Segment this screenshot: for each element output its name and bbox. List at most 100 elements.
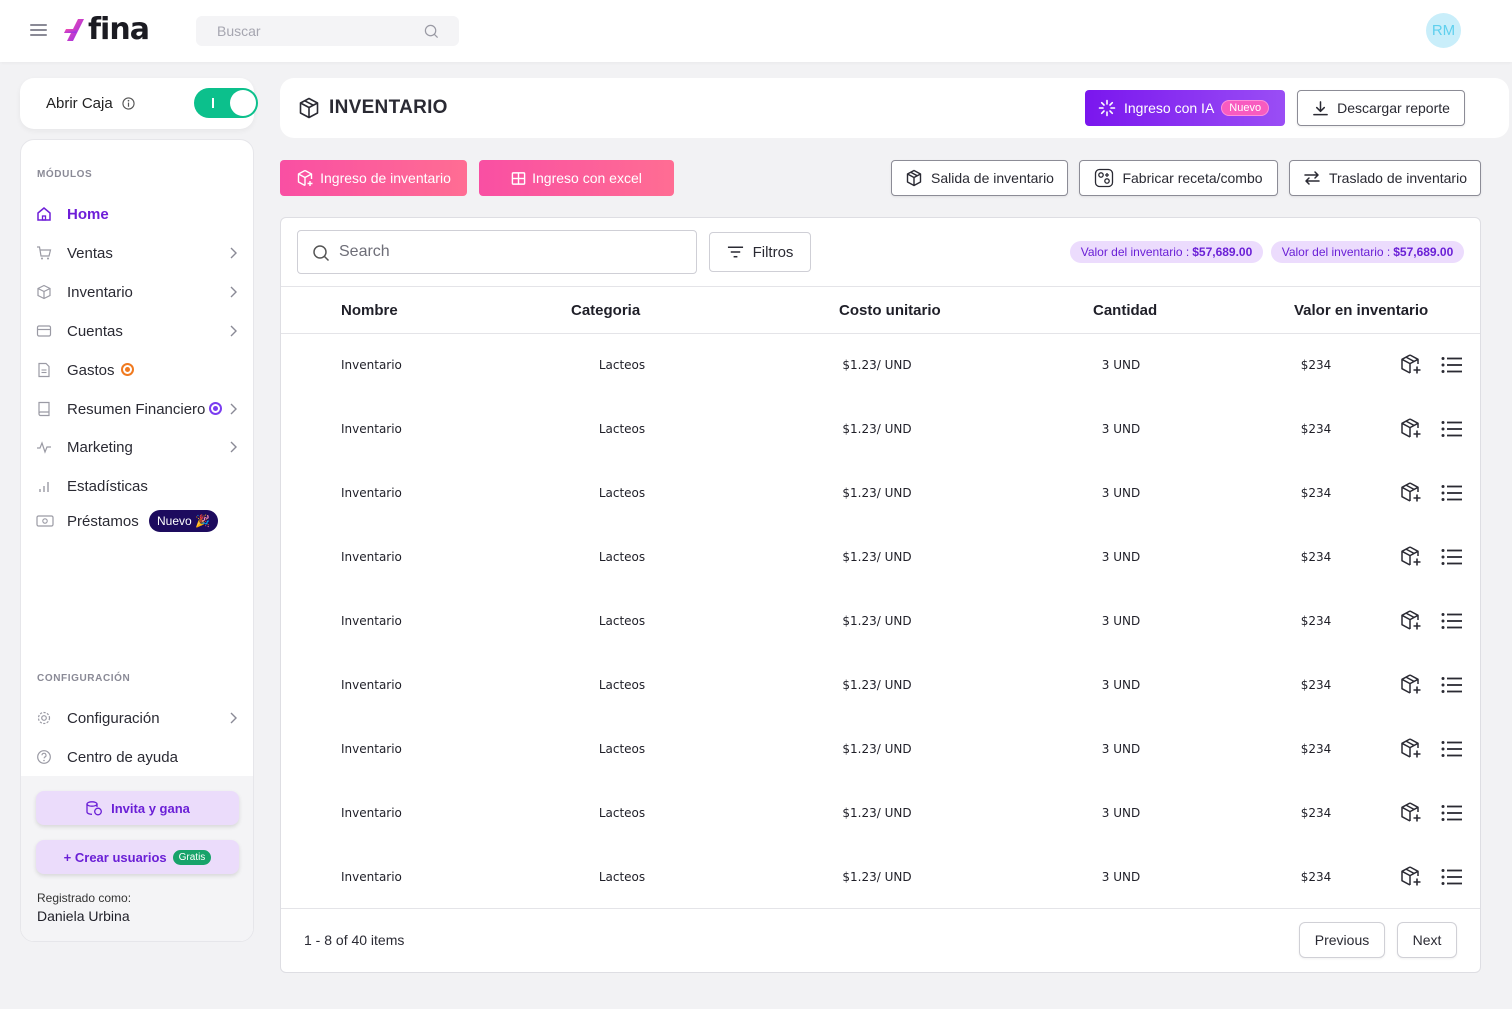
search-icon[interactable] <box>424 24 439 39</box>
invite-button[interactable]: Invita y gana <box>36 791 239 825</box>
chip-label: Valor del inventario : <box>1281 245 1391 259</box>
add-stock-icon[interactable] <box>1400 673 1422 700</box>
inventory-transfer-button[interactable]: Traslado de inventario <box>1289 160 1481 196</box>
cell-costo-unitario: $1.23/ UND <box>842 486 912 500</box>
inventory-table-card: Filtros Valor del inventario :$57,689.00… <box>280 217 1481 973</box>
recipe-combo-label: Fabricar receta/combo <box>1122 170 1263 186</box>
add-stock-icon[interactable] <box>1400 801 1422 828</box>
sidebar-item-label: Resumen Financiero <box>67 401 206 418</box>
sidebar-item-label: Centro de ayuda <box>67 749 178 766</box>
cell-nombre: Inventario <box>341 486 402 500</box>
invite-label: Invita y gana <box>111 800 190 816</box>
column-header-nombre[interactable]: Nombre <box>341 302 398 319</box>
add-stock-icon[interactable] <box>1400 417 1422 444</box>
ai-entry-button[interactable]: Ingreso con IA Nuevo <box>1085 90 1285 126</box>
cell-cantidad: 3 UND <box>1101 550 1141 564</box>
previous-page-button[interactable]: Previous <box>1299 922 1385 958</box>
table-row[interactable]: Inventario Lacteos $1.23/ UND 3 UND $234 <box>281 717 1480 781</box>
sidebar-item-home[interactable]: Home <box>21 196 253 232</box>
list-details-icon[interactable] <box>1441 484 1463 507</box>
list-details-icon[interactable] <box>1441 676 1463 699</box>
sidebar-item-resumen-financiero[interactable]: Resumen Financiero <box>21 391 253 427</box>
cell-categoria: Lacteos <box>598 678 646 692</box>
sidebar-item-prestamos[interactable]: Préstamos Nuevo 🎉 <box>21 503 253 539</box>
filters-label: Filtros <box>752 243 794 261</box>
column-header-valor-en-inventario[interactable]: Valor en inventario <box>1294 302 1428 319</box>
add-stock-icon[interactable] <box>1400 481 1422 508</box>
add-stock-icon[interactable] <box>1400 545 1422 572</box>
sidebar-item-label: Inventario <box>67 284 133 301</box>
box-icon <box>37 284 51 300</box>
add-stock-icon[interactable] <box>1400 737 1422 764</box>
sidebar-item-gastos[interactable]: Gastos <box>21 352 253 388</box>
table-row[interactable]: Inventario Lacteos $1.23/ UND 3 UND $234 <box>281 525 1480 589</box>
table-row[interactable]: Inventario Lacteos $1.23/ UND 3 UND $234 <box>281 461 1480 525</box>
table-header: Nombre Categoria Costo unitario Cantidad… <box>281 286 1480 334</box>
sidebar-item-inventario[interactable]: Inventario <box>21 274 253 310</box>
add-stock-icon[interactable] <box>1400 865 1422 892</box>
column-header-cantidad[interactable]: Cantidad <box>1093 302 1157 319</box>
list-details-icon[interactable] <box>1441 804 1463 827</box>
list-details-icon[interactable] <box>1441 868 1463 891</box>
add-stock-icon[interactable] <box>1400 353 1422 380</box>
sidebar-item-label: Home <box>67 206 109 223</box>
table-row[interactable]: Inventario Lacteos $1.23/ UND 3 UND $234 <box>281 333 1480 397</box>
filters-button[interactable]: Filtros <box>709 232 811 272</box>
new-badge: Nuevo 🎉 <box>149 510 218 532</box>
table-row[interactable]: Inventario Lacteos $1.23/ UND 3 UND $234 <box>281 653 1480 717</box>
inventory-exit-button[interactable]: Salida de inventario <box>891 160 1068 196</box>
column-header-categoria[interactable]: Categoria <box>571 302 640 319</box>
cell-costo-unitario: $1.23/ UND <box>842 742 912 756</box>
table-search-input[interactable] <box>298 231 696 273</box>
cell-nombre: Inventario <box>341 422 402 436</box>
global-search-input[interactable] <box>196 16 459 46</box>
sidebar-item-configuracion[interactable]: Configuración <box>21 700 253 736</box>
list-details-icon[interactable] <box>1441 548 1463 571</box>
table-row[interactable]: Inventario Lacteos $1.23/ UND 3 UND $234 <box>281 397 1480 461</box>
logo[interactable]: fina <box>64 12 150 48</box>
sidebar-item-label: Estadísticas <box>67 478 148 495</box>
sidebar-item-cuentas[interactable]: Cuentas <box>21 313 253 349</box>
sidebar-item-marketing[interactable]: Marketing <box>21 429 253 465</box>
avatar[interactable]: RM <box>1426 13 1461 48</box>
book-icon <box>38 401 50 417</box>
list-details-icon[interactable] <box>1441 740 1463 763</box>
cell-cantidad: 3 UND <box>1101 422 1141 436</box>
sidebar-footer: Invita y gana + Crear usuarios Gratis Re… <box>21 776 253 941</box>
chevron-right-icon <box>230 403 237 415</box>
cell-costo-unitario: $1.23/ UND <box>842 550 912 564</box>
sparkle-loader-icon <box>1098 99 1116 117</box>
list-details-icon[interactable] <box>1441 612 1463 635</box>
inventory-entry-label: Ingreso de inventario <box>320 170 451 186</box>
sidebar-item-label: Préstamos <box>67 513 139 530</box>
sidebar-item-centro-de-ayuda[interactable]: Centro de ayuda <box>21 739 253 775</box>
inventory-entry-button[interactable]: Ingreso de inventario <box>280 160 467 196</box>
table-row[interactable]: Inventario Lacteos $1.23/ UND 3 UND $234 <box>281 589 1480 653</box>
column-header-costo-unitario[interactable]: Costo unitario <box>839 302 941 319</box>
menu-icon[interactable] <box>30 24 47 38</box>
sidebar-item-label: Marketing <box>67 439 133 456</box>
table-row[interactable]: Inventario Lacteos $1.23/ UND 3 UND $234 <box>281 781 1480 845</box>
download-report-button[interactable]: Descargar reporte <box>1297 90 1465 126</box>
sidebar-item-estadisticas[interactable]: Estadísticas <box>21 468 253 504</box>
cell-costo-unitario: $1.23/ UND <box>842 422 912 436</box>
toggle-on-mark <box>212 98 214 108</box>
toggle-knob <box>230 90 256 116</box>
table-row[interactable]: Inventario Lacteos $1.23/ UND 3 UND $234 <box>281 845 1480 909</box>
list-details-icon[interactable] <box>1441 420 1463 443</box>
create-users-button[interactable]: + Crear usuarios Gratis <box>36 840 239 874</box>
info-icon[interactable] <box>122 97 135 110</box>
add-stock-icon[interactable] <box>1400 609 1422 636</box>
box-plus-icon <box>297 169 313 187</box>
cell-valor: $234 <box>1300 806 1332 820</box>
next-page-button[interactable]: Next <box>1397 922 1457 958</box>
abrir-caja-toggle[interactable] <box>194 88 258 118</box>
sidebar-item-ventas[interactable]: Ventas <box>21 235 253 271</box>
list-details-icon[interactable] <box>1441 356 1463 379</box>
status-indicator <box>209 402 222 415</box>
excel-entry-button[interactable]: Ingreso con excel <box>479 160 674 196</box>
recipe-combo-button[interactable]: Fabricar receta/combo <box>1079 160 1278 196</box>
cell-valor: $234 <box>1300 614 1332 628</box>
box-icon <box>906 169 922 187</box>
abrir-caja-card: Abrir Caja <box>20 78 258 129</box>
